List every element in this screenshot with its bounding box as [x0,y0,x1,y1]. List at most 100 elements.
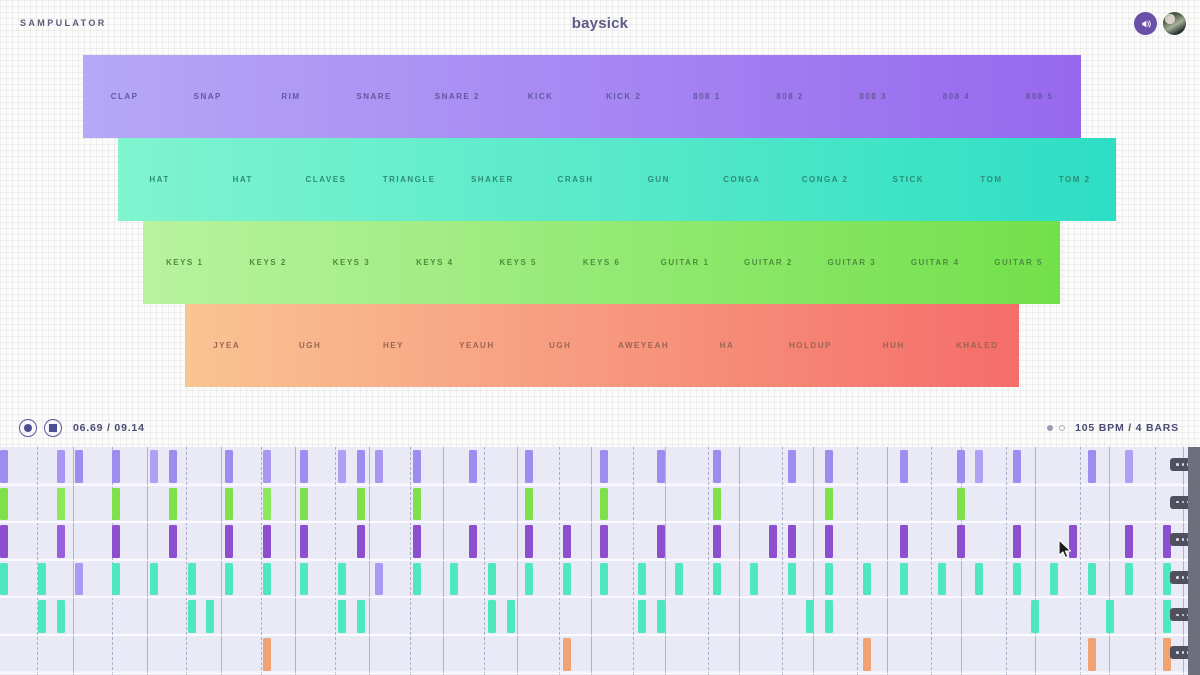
sequencer-note[interactable] [150,562,158,596]
sequencer-note[interactable] [1013,450,1021,483]
pad-guitar-2[interactable]: GUITAR 2 [726,221,811,304]
sequencer-note[interactable] [75,562,83,596]
pad-808-1[interactable]: 808 1 [665,55,749,138]
sequencer-note[interactable] [769,525,777,558]
pad-kick-2[interactable]: KICK 2 [582,55,666,138]
sequencer-note[interactable] [1106,600,1114,633]
sequencer-note[interactable] [825,600,833,633]
pad-guitar-3[interactable]: GUITAR 3 [810,221,894,304]
sequencer-note[interactable] [488,600,496,633]
sequencer-scroll-thumb[interactable] [1188,447,1200,675]
sequencer-note[interactable] [788,562,796,596]
sequencer-note[interactable] [788,525,796,558]
sequencer-note[interactable] [469,525,477,558]
pad-conga[interactable]: CONGA [700,138,784,221]
pad-keys-4[interactable]: KEYS 4 [393,221,477,304]
sequencer-note[interactable] [0,450,8,483]
sequencer-note[interactable] [413,525,421,558]
sequencer-note[interactable] [413,487,421,521]
sequencer-note[interactable] [375,562,383,596]
record-button[interactable] [19,418,37,437]
pad-shaker[interactable]: SHAKER [450,138,534,221]
sequencer-note[interactable] [806,600,814,633]
sequencer-note[interactable] [1088,562,1096,596]
sequencer-note[interactable] [112,562,120,596]
sequencer-note[interactable] [957,487,965,521]
sequencer-note[interactable] [263,487,271,521]
sequencer-note[interactable] [263,562,271,596]
sequencer-scrollbar[interactable] [1188,447,1200,675]
sequencer-note[interactable] [563,525,571,558]
sequencer-note[interactable] [413,450,421,483]
sequencer-grid[interactable] [0,447,1188,675]
sequencer-note[interactable] [900,562,908,596]
sequencer-note[interactable] [525,487,533,521]
sequencer-note[interactable] [900,525,908,558]
sequencer-note[interactable] [225,525,233,558]
sequencer-note[interactable] [863,562,871,596]
sequencer-note[interactable] [825,487,833,521]
sequencer-note[interactable] [825,450,833,483]
pad-808-4[interactable]: 808 4 [914,55,999,138]
sequencer-note[interactable] [0,562,8,596]
pad-808-2[interactable]: 808 2 [748,55,832,138]
pad-ugh[interactable]: UGH [268,304,352,387]
pad-snare[interactable]: SNARE [332,55,416,138]
pad-808-3[interactable]: 808 3 [831,55,915,138]
sequencer-note[interactable] [0,525,8,558]
pad-keys-2[interactable]: KEYS 2 [226,221,310,304]
sequencer-note[interactable] [112,450,120,483]
sequencer-note[interactable] [713,450,721,483]
pad-holdup[interactable]: HOLDUP [768,304,853,387]
sequencer-note[interactable] [188,562,196,596]
sequencer-note[interactable] [225,450,233,483]
pad-hat[interactable]: HAT [201,138,285,221]
sequencer-note[interactable] [357,600,365,633]
pad-hat[interactable]: HAT [118,138,202,221]
sequencer-note[interactable] [863,638,871,671]
sequencer-note[interactable] [1125,525,1133,558]
sequencer-note[interactable] [563,562,571,596]
page-dot-2[interactable] [1059,424,1066,431]
sequencer-note[interactable] [657,525,665,558]
sequencer-note[interactable] [57,600,65,633]
sequencer-note[interactable] [300,525,308,558]
sequencer-note[interactable] [338,562,346,596]
sequencer-note[interactable] [1013,525,1021,558]
sequencer-note[interactable] [225,487,233,521]
pad-huh[interactable]: HUH [852,304,936,387]
sequencer-note[interactable] [1125,450,1133,483]
pad-guitar-4[interactable]: GUITAR 4 [893,221,977,304]
pad-kick[interactable]: KICK [498,55,583,138]
sequencer-note[interactable] [338,450,346,483]
sequencer-note[interactable] [1088,450,1096,483]
pad-hey[interactable]: HEY [351,304,436,387]
sequencer-note[interactable] [1013,562,1021,596]
sequencer-note[interactable] [638,562,646,596]
sequencer-note[interactable] [1069,525,1077,558]
sequencer-note[interactable] [975,450,983,483]
pad-khaled[interactable]: KHALED [935,304,1019,387]
pad-guitar-1[interactable]: GUITAR 1 [643,221,727,304]
sequencer-note[interactable] [713,487,721,521]
pad-808-5[interactable]: 808 5 [998,55,1082,138]
sequencer-note[interactable] [1088,638,1096,671]
sequencer-note[interactable] [300,450,308,483]
pad-ha[interactable]: HA [685,304,769,387]
sequencer-note[interactable] [38,562,46,596]
pad-conga-2[interactable]: CONGA 2 [783,138,867,221]
pad-snare-2[interactable]: SNARE 2 [415,55,499,138]
sequencer-note[interactable] [600,487,608,521]
sequencer-note[interactable] [169,525,177,558]
sequencer-note[interactable] [600,562,608,596]
sequencer-note[interactable] [413,562,421,596]
sequencer-note[interactable] [1031,600,1039,633]
sequencer-note[interactable] [600,450,608,483]
pad-keys-1[interactable]: KEYS 1 [143,221,227,304]
pad-rim[interactable]: RIM [249,55,333,138]
sequencer-note[interactable] [57,450,65,483]
sequencer-note[interactable] [469,450,477,483]
sequencer-note[interactable] [825,562,833,596]
sequencer-note[interactable] [169,487,177,521]
pad-clap[interactable]: CLAP [83,55,167,138]
